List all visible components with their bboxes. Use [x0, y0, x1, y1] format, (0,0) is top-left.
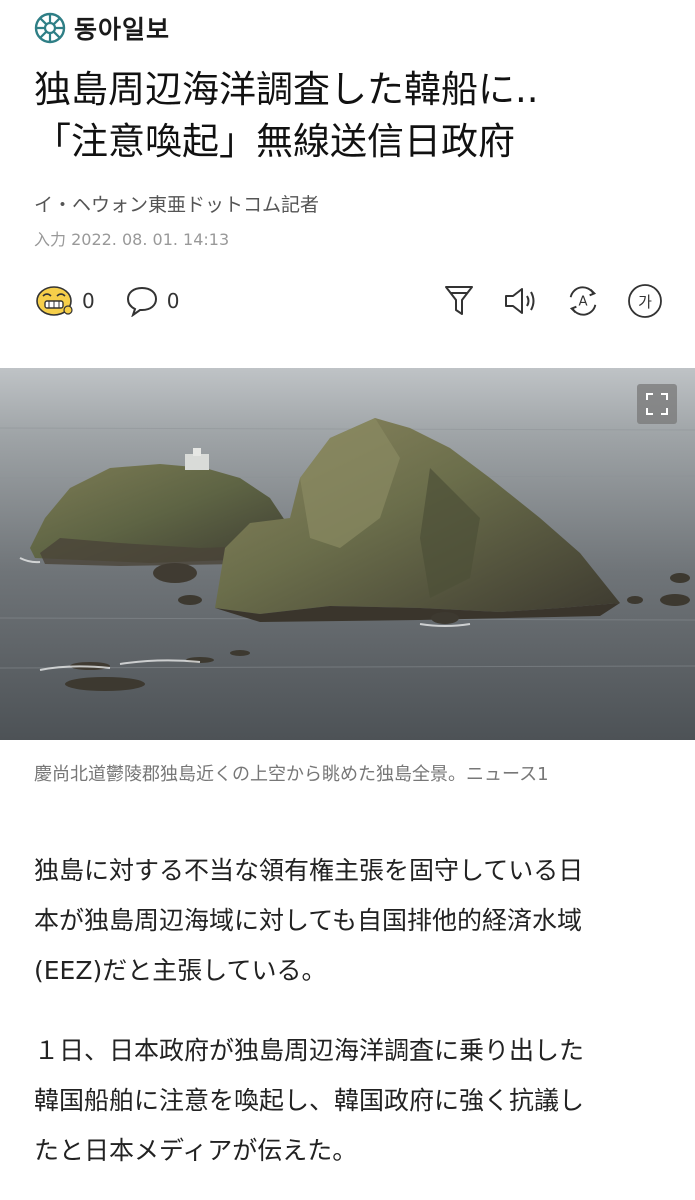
dokdo-aerial-image — [0, 368, 695, 740]
comment-icon — [126, 286, 157, 317]
brand-name[interactable]: 동아일보 — [74, 10, 170, 46]
font-size-icon: 가 — [628, 284, 662, 318]
paragraph-line: (EEZ)だと主張している。 — [34, 956, 327, 985]
translate-button[interactable]: A — [565, 283, 601, 319]
byline[interactable]: イ・ヘウォン東亜ドットコム記者 — [34, 190, 319, 217]
article-page: 동아일보 独島周辺海洋調査した韓船に.. 「注意喚起」無線送信日政府 イ・ヘウォ… — [0, 0, 695, 1200]
action-bar: 0 0 A 가 — [34, 280, 663, 322]
article-paragraph-1: 独島に対する不当な領有権主張を固守している日 本が独島周辺海域に対しても自国排他… — [34, 846, 664, 996]
paragraph-line: 本が独島周辺海域に対しても自国排他的経済水域 — [34, 906, 583, 935]
filter-button[interactable] — [441, 283, 477, 319]
speaker-icon — [505, 288, 535, 314]
read-aloud-button[interactable] — [503, 283, 539, 319]
paragraph-line: 韓国船舶に注意を喚起し、韓国政府に強く抗議し — [34, 1086, 585, 1115]
expand-button[interactable] — [637, 384, 677, 424]
title-line-1: 独島周辺海洋調査した韓船に.. — [34, 68, 539, 111]
paragraph-line: たと日本メディアが伝えた。 — [34, 1136, 358, 1165]
article-photo[interactable] — [0, 368, 695, 740]
reaction-button[interactable]: 0 — [34, 283, 95, 319]
photo-caption: 慶尚北道鬱陵郡独島近くの上空から眺めた独島全景。ニュース1 — [34, 764, 549, 785]
paragraph-line: １日、日本政府が独島周辺海洋調査に乗り出した — [34, 1036, 585, 1065]
reaction-count: 0 — [82, 289, 95, 313]
paragraph-line: 独島に対する不当な領有権主張を固守している日 — [34, 856, 584, 885]
expand-icon — [646, 393, 668, 415]
title-line-2: 「注意喚起」無線送信日政府 — [34, 120, 515, 163]
header: 동아일보 — [34, 10, 170, 46]
filter-icon — [445, 286, 473, 315]
article-title: 独島周辺海洋調査した韓船に.. 「注意喚起」無線送信日政府 — [34, 64, 674, 168]
publish-date: 入力 2022. 08. 01. 14:13 — [34, 230, 230, 249]
translate-label: A — [578, 295, 587, 310]
translate-icon: A — [569, 286, 597, 316]
article-paragraph-2: １日、日本政府が独島周辺海洋調査に乗り出した 韓国船舶に注意を喚起し、韓国政府に… — [34, 1026, 664, 1176]
reaction-emoji-icon — [36, 286, 73, 316]
font-size-label: 가 — [638, 293, 652, 311]
comment-button[interactable]: 0 — [125, 285, 180, 317]
donga-logo-icon[interactable] — [34, 12, 66, 44]
font-size-button[interactable]: 가 — [627, 283, 663, 319]
comment-count: 0 — [166, 289, 180, 313]
